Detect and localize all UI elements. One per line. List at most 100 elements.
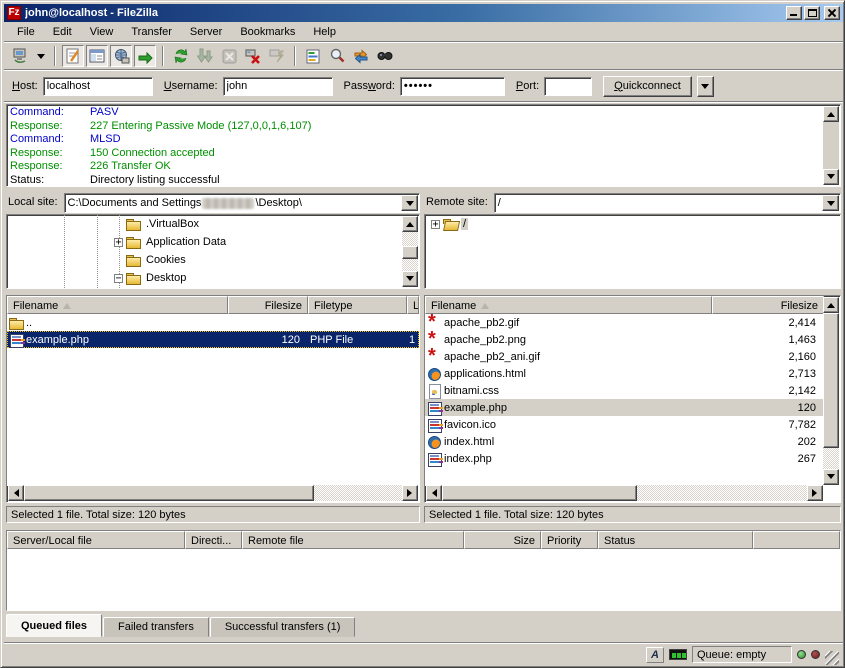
menu-edit[interactable]: Edit xyxy=(44,24,81,41)
tree-item-virtualbox[interactable]: .VirtualBox xyxy=(7,215,419,233)
scroll-right-button[interactable] xyxy=(402,485,418,501)
scroll-up-button[interactable] xyxy=(823,297,839,313)
scroll-down-button[interactable] xyxy=(402,271,418,287)
disconnect-button[interactable] xyxy=(242,45,264,67)
chevron-down-icon xyxy=(827,201,835,210)
tab-failed-transfers[interactable]: Failed transfers xyxy=(103,617,209,637)
remote-list-vscrollbar[interactable] xyxy=(823,297,839,485)
password-input[interactable] xyxy=(400,77,505,96)
remote-site-dropdown-button[interactable] xyxy=(822,195,839,211)
column-filename[interactable]: Filename xyxy=(425,296,712,314)
menu-bookmarks[interactable]: Bookmarks xyxy=(231,24,304,41)
menu-view[interactable]: View xyxy=(81,24,123,41)
site-manager-dropdown-button[interactable] xyxy=(34,45,48,67)
process-queue-button[interactable] xyxy=(194,45,216,67)
refresh-button[interactable] xyxy=(170,45,192,67)
menu-transfer[interactable]: Transfer xyxy=(122,24,181,41)
scrollbar-thumb[interactable] xyxy=(442,485,637,501)
file-row-example-php[interactable]: example.php 120 xyxy=(425,399,824,416)
toggle-transfer-queue-button[interactable] xyxy=(134,45,156,67)
file-row[interactable]: favicon.ico 7,782 xyxy=(425,416,824,433)
resize-grip[interactable] xyxy=(825,651,839,665)
tree-item-cookies[interactable]: Cookies xyxy=(7,251,419,269)
scroll-down-button[interactable] xyxy=(823,169,839,185)
local-tree-scrollbar[interactable] xyxy=(402,216,418,287)
cancel-operation-button[interactable] xyxy=(218,45,240,67)
scroll-down-button[interactable] xyxy=(823,469,839,485)
quickconnect-dropdown-button[interactable] xyxy=(697,76,714,97)
local-site-dropdown-button[interactable] xyxy=(401,195,418,211)
scrollbar-track[interactable] xyxy=(823,448,839,469)
maximize-button[interactable] xyxy=(804,6,820,20)
scroll-up-button[interactable] xyxy=(402,216,418,232)
file-row[interactable]: apache_pb2.gif 2,414 xyxy=(425,314,824,331)
column-filesize[interactable]: Filesize xyxy=(228,296,308,314)
toggle-remote-tree-button[interactable] xyxy=(110,45,132,67)
queue-body[interactable] xyxy=(7,549,840,610)
file-row[interactable]: bitnami.css 2,142 xyxy=(425,382,824,399)
find-files-icon xyxy=(376,47,394,65)
file-row[interactable]: index.php 267 xyxy=(425,450,824,467)
directory-comparison-button[interactable] xyxy=(326,45,348,67)
file-row[interactable]: index.html 202 xyxy=(425,433,824,450)
synchronized-browsing-button[interactable] xyxy=(350,45,372,67)
column-status[interactable]: Status xyxy=(598,531,753,549)
local-site-combo[interactable]: C:\Documents and Settings\Desktop\ xyxy=(64,193,420,213)
column-priority[interactable]: Priority xyxy=(541,531,598,549)
toggle-message-log-button[interactable] xyxy=(62,45,84,67)
scrollbar-thumb[interactable] xyxy=(402,246,418,259)
quickconnect-button[interactable]: Quickconnect xyxy=(603,76,692,97)
scrollbar-track[interactable] xyxy=(314,485,402,501)
file-row-example-php[interactable]: example.php 120 PHP File 1 xyxy=(7,331,419,348)
reconnect-button[interactable] xyxy=(266,45,288,67)
username-input[interactable] xyxy=(223,77,333,96)
speed-limit-icon[interactable] xyxy=(669,649,687,660)
column-remote-file[interactable]: Remote file xyxy=(242,531,464,549)
menu-help[interactable]: Help xyxy=(304,24,345,41)
menu-server[interactable]: Server xyxy=(181,24,231,41)
close-button[interactable] xyxy=(824,6,840,20)
tree-expander-plus[interactable]: + xyxy=(114,238,123,247)
tree-item-desktop[interactable]: − Desktop xyxy=(7,269,419,287)
port-input[interactable] xyxy=(544,77,592,96)
tab-successful-transfers[interactable]: Successful transfers (1) xyxy=(210,617,356,637)
title-bar[interactable]: Fz john@localhost - FileZilla xyxy=(4,4,843,22)
host-input[interactable] xyxy=(43,77,153,96)
column-size[interactable]: Size xyxy=(464,531,541,549)
site-manager-button[interactable] xyxy=(10,45,32,67)
file-row[interactable]: apache_pb2_ani.gif 2,160 xyxy=(425,348,824,365)
quickconnect-bar: Host: Username: Password: Port: Quickcon… xyxy=(4,72,843,100)
scroll-left-button[interactable] xyxy=(8,485,24,501)
scroll-left-button[interactable] xyxy=(426,485,442,501)
tree-item-root[interactable]: + / xyxy=(425,215,840,233)
column-filetype[interactable]: Filetype xyxy=(308,296,407,314)
filter-button[interactable] xyxy=(302,45,324,67)
find-files-button[interactable] xyxy=(374,45,396,67)
file-row-parent-dir[interactable]: .. xyxy=(7,314,419,331)
scrollbar-track[interactable] xyxy=(637,485,807,501)
file-row[interactable]: applications.html 2,713 xyxy=(425,365,824,382)
local-list-hscrollbar[interactable] xyxy=(8,485,418,501)
toggle-local-tree-button[interactable] xyxy=(86,45,108,67)
column-last-modified[interactable]: L xyxy=(407,296,419,314)
remote-list-hscrollbar[interactable] xyxy=(426,485,823,501)
minimize-button[interactable] xyxy=(786,6,802,20)
scrollbar-thumb[interactable] xyxy=(823,313,839,448)
column-direction[interactable]: Directi... xyxy=(185,531,242,549)
tab-queued-files[interactable]: Queued files xyxy=(6,614,102,637)
scroll-up-button[interactable] xyxy=(823,106,839,122)
tree-expander-plus[interactable]: + xyxy=(431,220,440,229)
log-scrollbar[interactable] xyxy=(823,106,839,185)
tree-expander-minus[interactable]: − xyxy=(114,274,123,283)
filter-icon xyxy=(305,48,322,65)
menu-file[interactable]: File xyxy=(8,24,44,41)
column-filesize[interactable]: Filesize xyxy=(712,296,824,314)
column-server-local-file[interactable]: Server/Local file xyxy=(7,531,185,549)
tree-item-application-data[interactable]: + Application Data xyxy=(7,233,419,251)
scrollbar-thumb[interactable] xyxy=(24,485,314,501)
scroll-right-button[interactable] xyxy=(807,485,823,501)
remote-site-combo[interactable]: / xyxy=(494,193,841,213)
column-filename[interactable]: Filename xyxy=(7,296,228,314)
local-file-list: Filename Filesize Filetype L .. example.… xyxy=(6,295,420,503)
file-row[interactable]: apache_pb2.png 1,463 xyxy=(425,331,824,348)
